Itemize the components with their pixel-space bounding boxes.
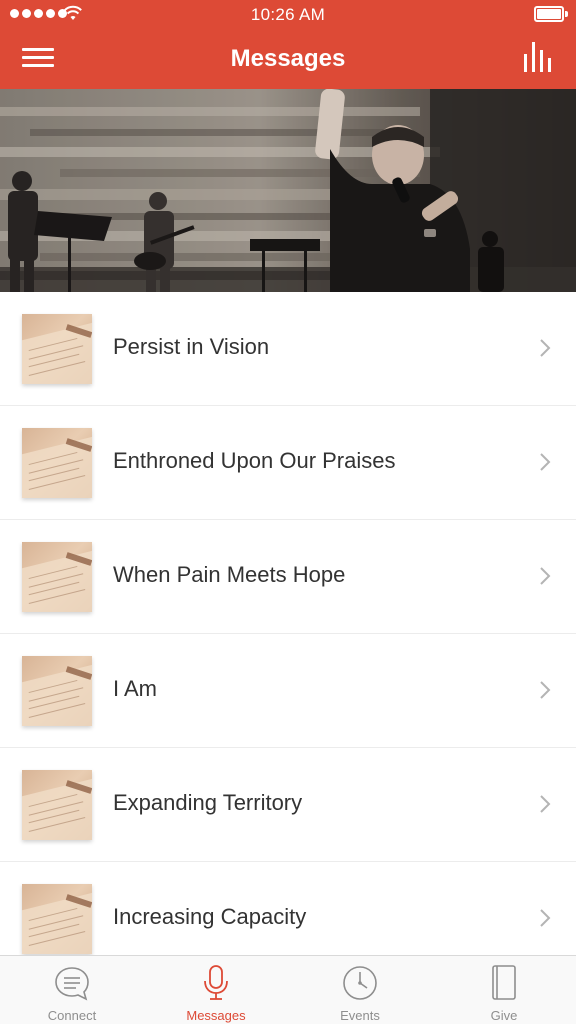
tab-label: Messages [186,1008,246,1023]
hero-banner-image [0,89,576,292]
page-title: Messages [230,45,346,72]
tab-events[interactable]: Events [288,956,432,1024]
message-thumbnail [22,314,92,384]
chevron-right-icon [540,681,551,699]
message-title: Enthroned Upon Our Praises [113,448,396,473]
message-title: When Pain Meets Hope [113,562,346,587]
status-time: 10:26 AM [250,5,326,24]
app-header: 10:26 AM Messages [0,0,576,89]
tab-bar: Connect Messages Events Give [0,955,576,1024]
tab-label: Connect [47,1008,97,1023]
message-thumbnail [22,884,92,954]
message-row[interactable]: Increasing Capacity [0,862,576,955]
message-title: I Am [113,676,158,701]
message-thumbnail [22,656,92,726]
chevron-right-icon [540,339,551,357]
message-row[interactable]: I Am [0,634,576,748]
message-thumbnail [22,770,92,840]
tab-connect[interactable]: Connect [0,956,144,1024]
tab-label: Give [490,1008,518,1023]
status-bar: 10:26 AM [0,0,576,30]
messages-list: Persist in Vision Enthroned Upon Our Prai… [0,292,576,955]
battery-icon [534,6,568,22]
chevron-right-icon [540,909,551,927]
chevron-right-icon [540,453,551,471]
message-thumbnail [22,428,92,498]
message-row[interactable]: Enthroned Upon Our Praises [0,406,576,520]
message-row[interactable]: When Pain Meets Hope [0,520,576,634]
bar-chart-icon[interactable] [524,42,552,72]
message-row[interactable]: Persist in Vision [0,292,576,406]
chevron-right-icon [540,795,551,813]
message-title: Increasing Capacity [113,904,307,929]
message-title: Persist in Vision [113,334,270,359]
message-row[interactable]: Expanding Territory [0,748,576,862]
microphone-icon [204,965,228,1000]
message-thumbnail [22,542,92,612]
message-title: Expanding Territory [113,790,303,815]
clock-icon [343,966,377,1000]
tab-give[interactable]: Give [432,956,576,1024]
tab-label: Events [340,1008,380,1023]
chat-bubble-icon [55,967,89,1001]
notebook-icon [492,965,516,1000]
chevron-right-icon [540,567,551,585]
tab-messages[interactable]: Messages [144,956,288,1024]
